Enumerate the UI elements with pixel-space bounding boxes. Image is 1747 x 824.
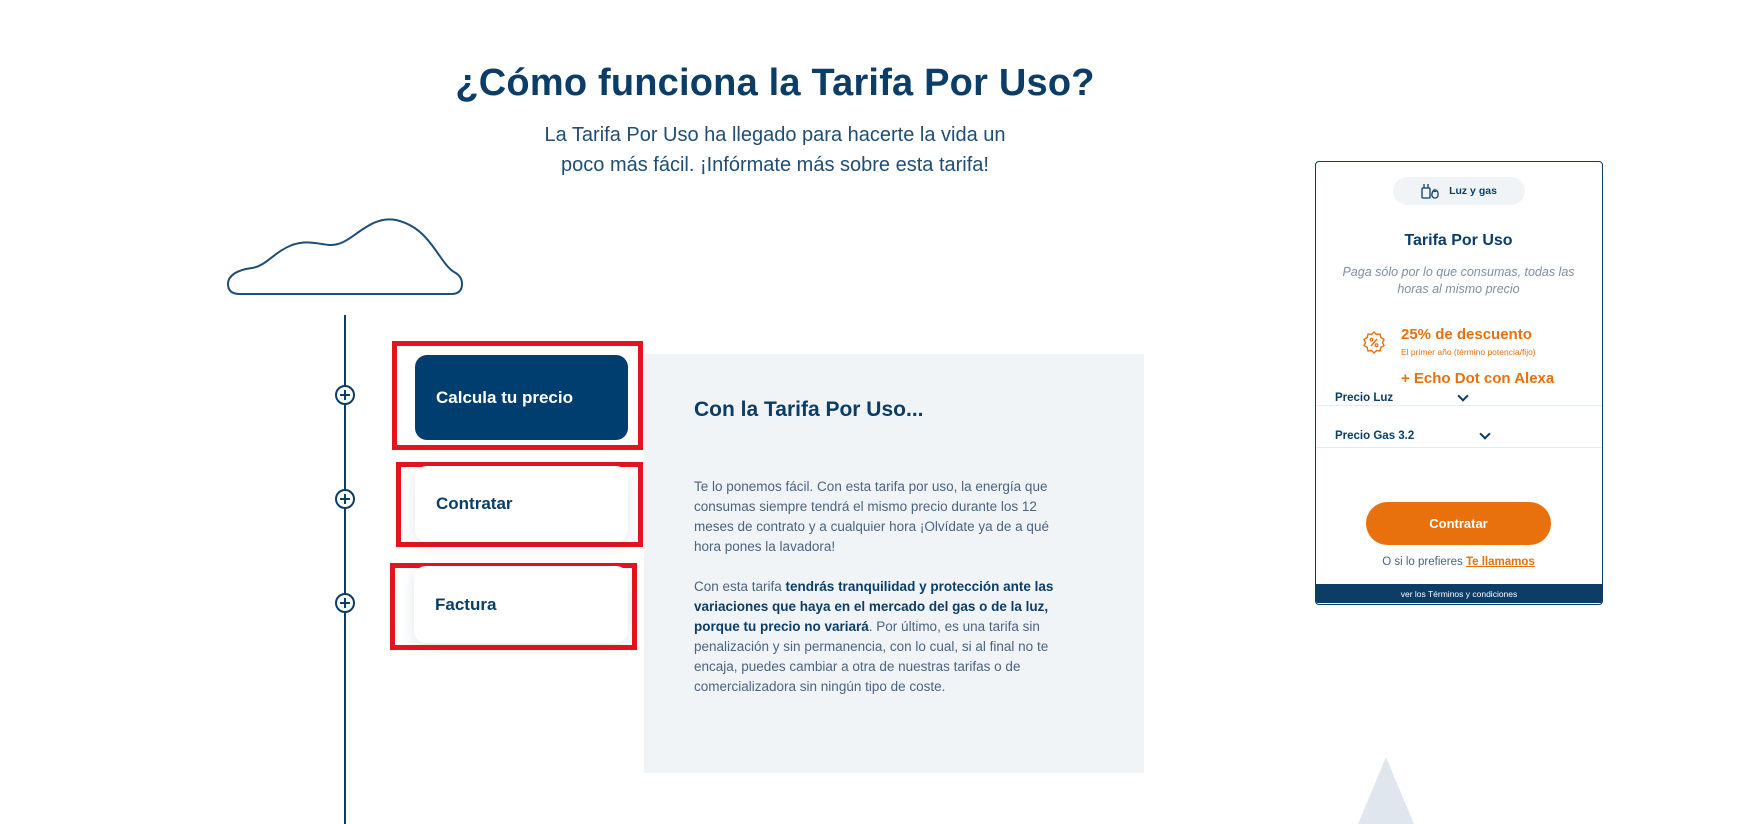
pill-label: Luz y gas — [1449, 185, 1497, 197]
discount-note: El primer año (término potencia/fijo) — [1401, 347, 1536, 357]
dropdown-label: Precio Luz — [1335, 392, 1394, 404]
terms-link[interactable]: ver los Términos y condiciones — [1316, 584, 1602, 603]
page-title: ¿Cómo funciona la Tarifa Por Uso? — [455, 62, 1095, 104]
step-calcula-tu-precio[interactable]: Calcula tu precio — [415, 355, 628, 440]
step-factura[interactable]: Factura — [414, 566, 628, 643]
step-label: Calcula tu precio — [436, 387, 573, 407]
chevron-down-icon — [1457, 390, 1469, 402]
precio-luz-dropdown[interactable]: Precio Luz — [1316, 364, 1602, 406]
step-contratar[interactable]: Contratar — [415, 466, 628, 542]
step-label: Contratar — [436, 494, 513, 513]
cloud-illustration — [226, 218, 464, 295]
info-paragraph-2: Con esta tarifa tendrás tranquilidad y p… — [694, 577, 1074, 697]
card-description: Paga sólo por lo que consumas, todas las… — [1342, 265, 1575, 296]
service-type-pill: Luz y gas — [1393, 177, 1525, 205]
contratar-button[interactable]: Contratar — [1366, 502, 1551, 545]
dropdown-label: Precio Gas 3.2 — [1335, 430, 1415, 442]
tariff-card: Luz y gas Tarifa Por Uso Paga sólo por l… — [1315, 161, 1603, 605]
precio-gas-dropdown[interactable]: Precio Gas 3.2 — [1316, 406, 1602, 448]
info-paragraph-1: Te lo ponemos fácil. Con esta tarifa por… — [694, 479, 1049, 554]
page-subtitle: La Tarifa Por Uso ha llegado para hacert… — [525, 120, 1025, 180]
plug-flame-icon — [1421, 184, 1439, 199]
te-llamamos-link[interactable]: Te llamamos — [1466, 556, 1535, 568]
percent-badge-icon — [1363, 331, 1385, 354]
step-label: Factura — [435, 594, 497, 614]
plus-icon[interactable] — [335, 593, 355, 613]
subtitle-line-1: La Tarifa Por Uso ha llegado para hacert… — [544, 124, 1006, 146]
card-title: Tarifa Por Uso — [1404, 232, 1513, 249]
plus-icon[interactable] — [335, 385, 355, 405]
plus-icon[interactable] — [335, 489, 355, 509]
info-title: Con la Tarifa Por Uso... — [694, 398, 924, 421]
info-paragraph-2-start: Con esta tarifa — [694, 579, 786, 594]
triangle-decoration — [1358, 757, 1414, 824]
callback-text: O si lo prefieres Te llamamos — [1316, 556, 1601, 568]
discount-label: 25% de descuento — [1401, 326, 1532, 343]
callback-prefix: O si lo prefieres — [1382, 556, 1463, 568]
chevron-down-icon — [1479, 428, 1491, 440]
subtitle-line-2: poco más fácil. ¡Infórmate más sobre est… — [561, 154, 989, 176]
